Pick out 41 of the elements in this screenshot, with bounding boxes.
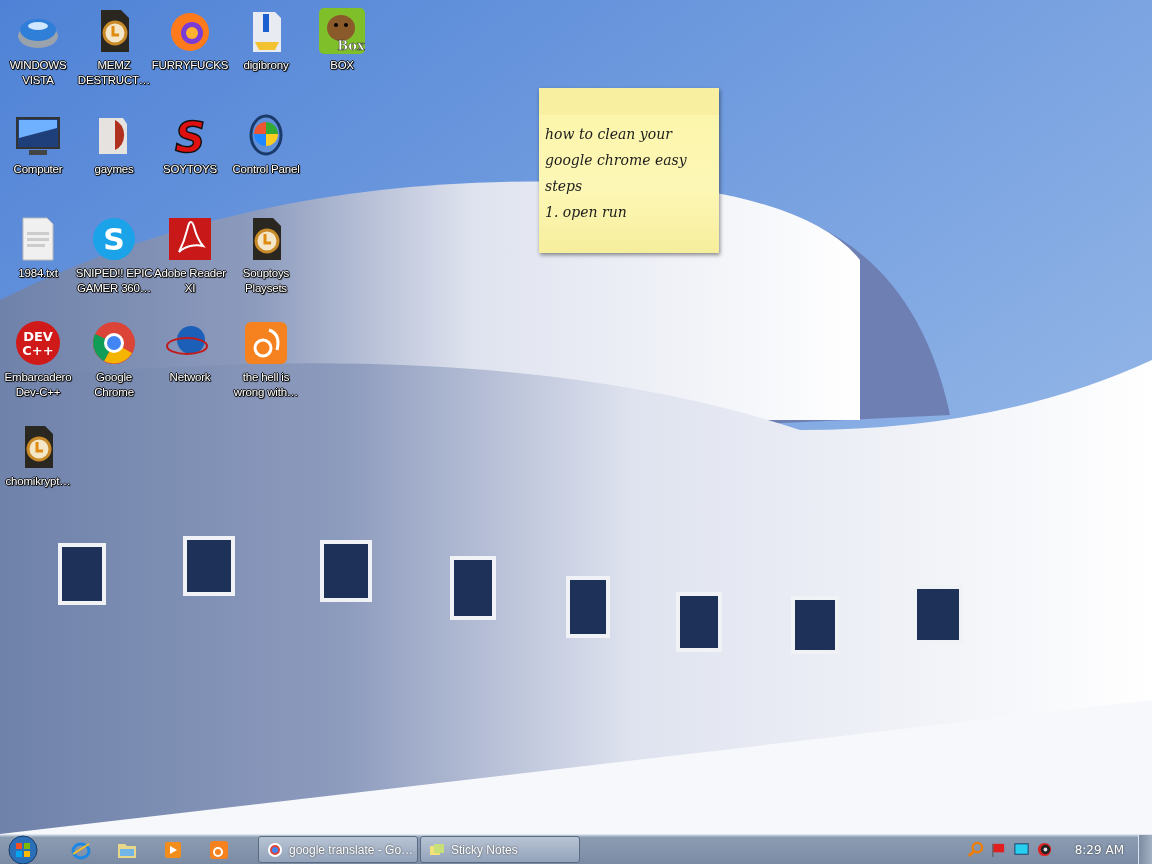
icon-label[interactable]: Adobe Reader XI bbox=[151, 266, 229, 296]
speaker-icon[interactable] bbox=[1035, 841, 1053, 858]
clock-text[interactable]: 8:29 AM bbox=[1052, 840, 1138, 859]
taskbar-button[interactable]: google translate - Go… bbox=[258, 836, 418, 863]
sticky-note[interactable]: how to clean your google chrome easy steps 1. open run bbox=[539, 88, 719, 253]
flag-icon[interactable] bbox=[989, 841, 1007, 858]
building-window bbox=[58, 543, 106, 605]
icon-label[interactable]: SNIPED!! EPIC GAMER 360… bbox=[75, 266, 153, 296]
icon-label[interactable]: Google Chrome bbox=[75, 370, 153, 400]
icon-label[interactable]: WINDOWS VISTA bbox=[0, 58, 77, 88]
icon-label[interactable]: the hell is wrong with… bbox=[227, 370, 305, 400]
building-window bbox=[676, 592, 722, 652]
icon-label[interactable]: Computer bbox=[0, 162, 77, 177]
taskbar-button[interactable]: Sticky Notes bbox=[420, 836, 580, 863]
icon-label[interactable]: 1984.txt bbox=[0, 266, 77, 281]
icon-label[interactable]: MEMZ DESTRUCT… bbox=[75, 58, 153, 88]
building-window bbox=[450, 556, 496, 620]
icon-label[interactable]: FURRYFUCKS bbox=[151, 58, 229, 73]
icon-label[interactable]: Embarcadero Dev-C++ bbox=[0, 370, 77, 400]
building-window bbox=[320, 540, 372, 602]
icon-label[interactable]: gaymes bbox=[75, 162, 153, 177]
show-desktop-button[interactable] bbox=[1138, 834, 1152, 864]
note-text-line: how to clean your bbox=[545, 125, 674, 144]
icon-label[interactable]: digibrony bbox=[227, 58, 305, 73]
icon-label[interactable]: Souptoys Playsets bbox=[227, 266, 305, 296]
start-orb-icon[interactable] bbox=[8, 834, 38, 864]
note-text-line: steps bbox=[545, 177, 584, 196]
building-window bbox=[566, 576, 610, 638]
media-player-icon[interactable] bbox=[163, 839, 183, 860]
notes-icon bbox=[429, 841, 445, 858]
icon-label[interactable]: Network bbox=[151, 370, 229, 385]
dev-logo-icon[interactable]: DEV C++ bbox=[13, 318, 63, 368]
note-text-line: 1. open run bbox=[545, 203, 628, 222]
chrome-logo-icon bbox=[267, 841, 283, 858]
icon-label[interactable]: SOYTOYS bbox=[151, 162, 229, 177]
icon-label[interactable]: BOX bbox=[303, 58, 381, 73]
icon-label[interactable]: Control Panel bbox=[227, 162, 305, 177]
note-text-line: google chrome easy bbox=[545, 151, 688, 170]
building-window bbox=[183, 536, 235, 596]
monitor-icon[interactable] bbox=[1012, 841, 1030, 858]
icon-label[interactable]: chomikrypt… bbox=[0, 474, 77, 489]
